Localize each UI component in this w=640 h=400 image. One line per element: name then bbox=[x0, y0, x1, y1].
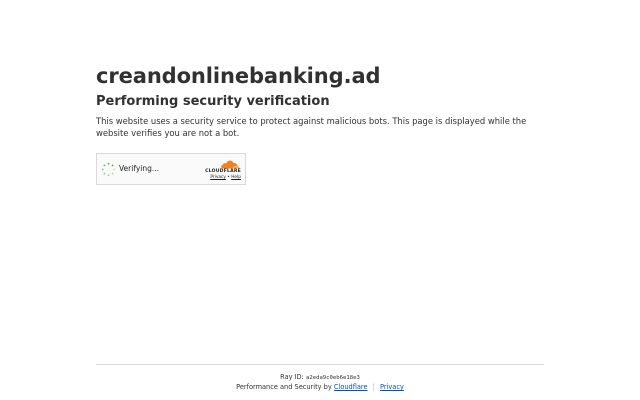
cloudflare-cloud-icon bbox=[221, 160, 240, 169]
widget-link-separator: • bbox=[227, 175, 230, 180]
main-content: creandonlinebanking.ad Performing securi… bbox=[96, 62, 546, 139]
spinner-dot bbox=[107, 174, 110, 177]
performance-text: Performance and Security by bbox=[236, 383, 332, 391]
widget-privacy-link[interactable]: Privacy bbox=[210, 175, 226, 180]
cloudflare-link[interactable]: Cloudflare bbox=[334, 383, 368, 391]
verification-widget[interactable]: Verifying... CLOUDFLARE Privacy • Help bbox=[96, 153, 246, 185]
page-subtitle: Performing security verification bbox=[96, 94, 330, 109]
spinner-icon bbox=[101, 162, 116, 177]
spinner-dot bbox=[103, 164, 106, 167]
verifying-status: Verifying... bbox=[119, 164, 160, 173]
ray-id-label: Ray ID: bbox=[280, 373, 304, 381]
spinner-dot bbox=[107, 162, 110, 165]
performance-line: Performance and Security by Cloudflare |… bbox=[0, 382, 640, 392]
site-title: creandonlinebanking.ad bbox=[96, 64, 381, 88]
ray-id-value: a2eda9c0eb6e18e3 bbox=[305, 375, 360, 381]
spinner-dot bbox=[113, 168, 116, 171]
footer-privacy-link[interactable]: Privacy bbox=[380, 383, 404, 391]
footer-separator: | bbox=[372, 383, 375, 391]
spinner-dot bbox=[103, 172, 106, 175]
spinner-dot bbox=[111, 164, 114, 167]
security-description: This website uses a security service to … bbox=[96, 116, 527, 138]
cloudflare-wordmark: CLOUDFLARE bbox=[205, 169, 241, 174]
widget-links: Privacy • Help bbox=[210, 175, 241, 180]
spinner-dot bbox=[101, 168, 104, 171]
spinner-dot bbox=[111, 172, 114, 175]
widget-help-link[interactable]: Help bbox=[231, 175, 241, 180]
cloudflare-branding: CLOUDFLARE Privacy • Help bbox=[197, 158, 241, 180]
footer-divider bbox=[96, 364, 544, 365]
